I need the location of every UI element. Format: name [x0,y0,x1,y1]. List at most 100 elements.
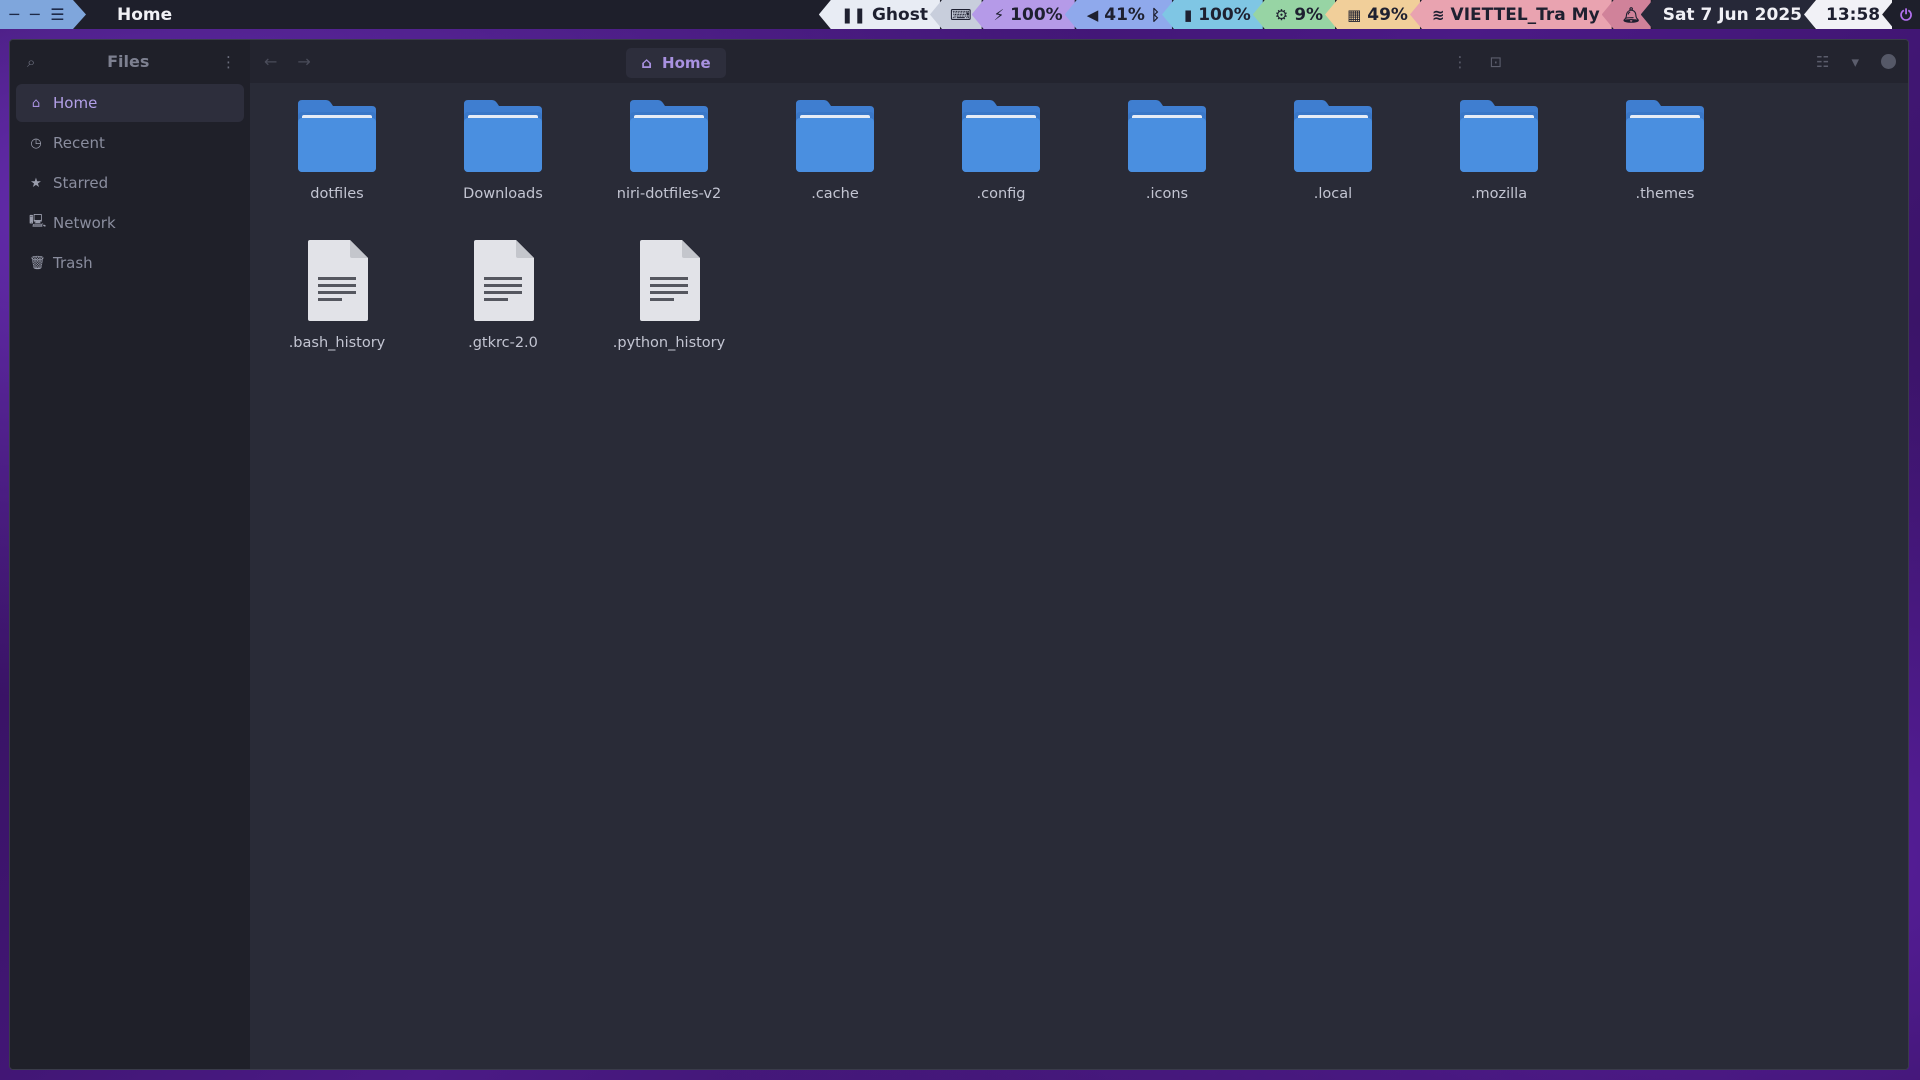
bluetooth-icon: ᛒ [1150,5,1160,24]
file-name: .themes [1635,186,1695,202]
file-name: .gtkrc-2.0 [468,335,538,351]
time-text: 13:58 [1826,4,1881,25]
folder-item[interactable]: niri-dotfiles-v2 [586,97,752,242]
sidebar: ⌕ Files ⋮ ⌂ Home ◷ Recent ★ Starred 🖳︎ Network 🗑… [10,40,250,1069]
folder-item[interactable]: .themes [1582,97,1748,242]
file-name: .local [1313,186,1353,202]
power-profile-widget[interactable]: ⚡ 100% [971,0,1075,29]
speaker-icon: ◀ [1086,5,1099,24]
file-name: .mozilla [1470,186,1528,202]
folder-item[interactable]: .config [918,97,1084,242]
clock-icon: ◷ [30,135,42,151]
file-name: .icons [1145,186,1189,202]
folder-item[interactable]: dotfiles [254,97,420,242]
sidebar-header: ⌕ Files ⋮ [10,40,250,83]
wifi-widget[interactable]: ≋ VIETTEL_Tra My [1409,0,1612,29]
date-text: Sat 7 Jun 2025 [1662,4,1802,25]
ghost-label: Ghost [871,4,928,25]
volume-widget[interactable]: ◀ 41% ᛒ [1064,0,1172,29]
file-name: .python_history [612,335,726,351]
file-item[interactable]: .python_history [586,239,752,387]
star-icon: ★ [30,175,42,191]
memory-widget[interactable]: ▦ 49% [1325,0,1420,29]
file-name: .config [976,186,1026,202]
text-file-icon [636,239,702,323]
folder-icon [1624,98,1706,174]
file-name: niri-dotfiles-v2 [616,186,722,202]
sidebar-item-label: Network [53,214,116,232]
folder-icon [1292,98,1374,174]
sidebar-item-home[interactable]: ⌂ Home [16,84,244,122]
file-name: .cache [811,186,859,202]
file-item[interactable]: .gtkrc-2.0 [420,239,586,387]
folder-icon [794,98,876,174]
search-folder-icon[interactable]: ⊡ [1489,53,1502,71]
folder-menu-icon[interactable]: ⋮ [1452,53,1467,71]
battery-icon: ▮ [1183,5,1193,24]
sidebar-item-starred[interactable]: ★ Starred [16,164,244,202]
active-window-title: Home [117,4,173,25]
files-window: ⌕ Files ⋮ ⌂ Home ◷ Recent ★ Starred 🖳︎ Network 🗑… [9,39,1909,1070]
bolt-icon: ⚡ [993,5,1005,24]
sidebar-item-label: Starred [53,174,109,192]
power-icon: ⏻ [1900,5,1912,24]
workspace-launcher[interactable]: ─ ─ ☰ [0,0,86,29]
main-view: ← → ⌂ Home ⋮ ⊡ ☷ ▾ dotfiles Downloads ni… [250,40,1908,1069]
folder-item[interactable]: Downloads [420,97,586,242]
path-bar-home[interactable]: ⌂ Home [626,48,726,78]
file-name: .bash_history [288,335,386,351]
battery-value: 100% [1198,4,1251,25]
minimize-alt-icon[interactable]: ─ [30,6,40,23]
minimize-icon[interactable]: ─ [9,6,19,23]
cpu-icon: ⚙ [1274,5,1289,24]
file-item[interactable]: .bash_history [254,239,420,387]
sidebar-item-trash[interactable]: 🗑︎ Trash [16,244,244,282]
back-arrow-icon[interactable]: ← [264,52,277,71]
folder-item[interactable]: .cache [752,97,918,242]
home-icon: ⌂ [31,95,41,111]
sidebar-item-label: Home [53,94,98,112]
search-icon[interactable]: ⌕ [27,53,35,71]
view-options-chevron-icon[interactable]: ▾ [1851,53,1859,71]
forward-arrow-icon[interactable]: → [297,52,310,71]
folder-icon [960,98,1042,174]
file-name: dotfiles [310,186,364,202]
volume-value: 41% [1104,4,1145,25]
ghost-mode-widget[interactable]: ❚❚ Ghost [818,0,940,29]
text-file-icon [304,239,370,323]
wifi-icon: ≋ [1431,5,1445,24]
folder-icon [462,98,544,174]
folder-icon [296,98,378,174]
menu-icon[interactable]: ☰ [50,6,64,23]
pause-icon: ❚❚ [840,5,866,24]
folder-icon [1126,98,1208,174]
network-icon: 🖳︎ [29,214,47,229]
clock-widget[interactable]: 13:58 [1804,0,1893,29]
keyboard-icon: ⌨ [949,5,972,24]
date-widget[interactable]: Sat 7 Jun 2025 [1640,0,1814,29]
sidebar-places: ⌂ Home ◷ Recent ★ Starred 🖳︎ Network 🗑︎ Trash [10,84,250,282]
wifi-name: VIETTEL_Tra My [1450,4,1600,25]
battery-widget[interactable]: ▮ 100% [1161,0,1263,29]
folder-icon [1458,98,1540,174]
window-close-button[interactable] [1881,54,1896,69]
cpu-value: 9% [1294,4,1324,25]
memory-icon: ▦ [1347,5,1362,24]
home-icon: ⌂ [641,54,653,72]
folder-item[interactable]: .icons [1084,97,1250,242]
app-menu-icon[interactable]: ⋮ [221,53,236,71]
folder-item[interactable]: .mozilla [1416,97,1582,242]
sidebar-item-label: Trash [53,254,93,272]
path-label: Home [662,54,711,72]
file-name: Downloads [463,186,543,202]
app-title: Files [107,52,150,71]
cpu-widget[interactable]: ⚙ 9% [1252,0,1336,29]
sidebar-item-recent[interactable]: ◷ Recent [16,124,244,162]
text-file-icon [470,239,536,323]
sidebar-item-network[interactable]: 🖳︎ Network [16,204,244,242]
power-value: 100% [1010,4,1063,25]
folder-item[interactable]: .local [1250,97,1416,242]
bell-icon: 🔔︎ [1621,5,1641,24]
view-mode-icon[interactable]: ☷ [1816,53,1829,71]
sidebar-item-label: Recent [53,134,105,152]
